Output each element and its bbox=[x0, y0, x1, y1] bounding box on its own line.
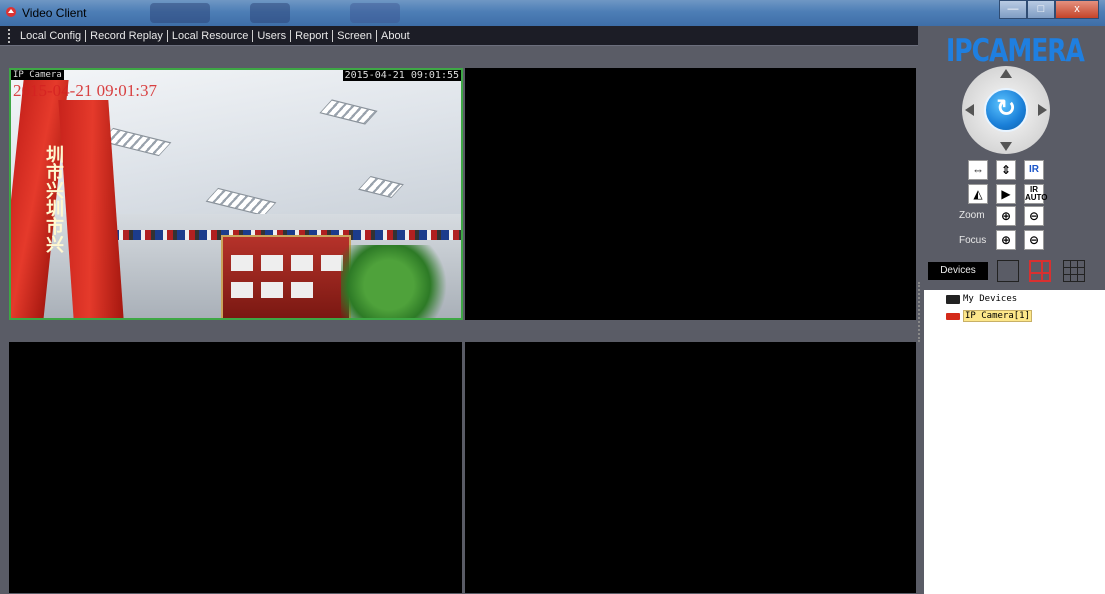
zoom-label: Zoom bbox=[959, 210, 985, 221]
maximize-button[interactable]: □ bbox=[1027, 0, 1055, 19]
board-sheet bbox=[291, 255, 313, 271]
device-tree: My Devices IP Camera[1] bbox=[924, 290, 1105, 594]
menu-about[interactable]: About bbox=[377, 30, 414, 42]
menu-local-resource[interactable]: Local Resource bbox=[168, 29, 254, 42]
video-pane-3[interactable] bbox=[9, 342, 462, 593]
board-sheet bbox=[261, 282, 283, 298]
timestamp-overlay: 2015-04-21 09:01:55 bbox=[342, 70, 461, 81]
window-title: Video Client bbox=[22, 6, 87, 20]
zoom-out-button[interactable]: ⊖ bbox=[1024, 206, 1044, 226]
pan-right-icon[interactable] bbox=[1038, 104, 1047, 116]
pan-down-icon[interactable] bbox=[1000, 142, 1012, 151]
folder-icon bbox=[946, 294, 960, 304]
app-icon bbox=[6, 7, 16, 17]
video-workspace: Local Config Record Replay Local Resourc… bbox=[0, 26, 924, 594]
video-pane-2[interactable] bbox=[465, 68, 916, 320]
ir-auto-button[interactable]: IR AUTO bbox=[1024, 184, 1048, 204]
layout-nine-icon[interactable] bbox=[1063, 260, 1085, 282]
focus-in-button[interactable]: ⊕ bbox=[996, 230, 1016, 250]
menu-local-config[interactable]: Local Config bbox=[16, 29, 87, 42]
board-sheet bbox=[321, 255, 343, 271]
plant bbox=[341, 245, 461, 318]
close-button[interactable]: x bbox=[1055, 0, 1099, 19]
focus-out-button[interactable]: ⊖ bbox=[1024, 230, 1044, 250]
ir-button[interactable]: IR bbox=[1024, 160, 1044, 180]
video-pane-1[interactable]: 圳市兴圳市兴 IP Camera 2015-04-21 09:01:55 201… bbox=[9, 68, 463, 320]
zoom-in-button[interactable]: ⊕ bbox=[996, 206, 1016, 226]
title-bar: Video Client — □ x bbox=[0, 0, 1105, 26]
background-blur bbox=[150, 3, 210, 23]
board-sheet bbox=[261, 255, 283, 271]
tree-item-ip-camera[interactable]: IP Camera[1] bbox=[946, 310, 1033, 322]
red-time-overlay: 2015-04-21 09:01:37 bbox=[13, 81, 158, 100]
camera-icon bbox=[946, 312, 960, 320]
flip-vertical-button[interactable]: ⇕ bbox=[996, 160, 1016, 180]
window-controls: — □ x bbox=[999, 0, 1099, 20]
refresh-center-icon[interactable]: ↻ bbox=[984, 88, 1028, 132]
bulletin-board bbox=[221, 235, 351, 318]
flag-text: 圳市兴圳市兴 bbox=[44, 145, 64, 253]
menu-record-replay[interactable]: Record Replay bbox=[86, 29, 168, 42]
menu-users[interactable]: Users bbox=[253, 29, 292, 42]
devices-tab[interactable]: Devices bbox=[928, 262, 988, 280]
pan-left-icon[interactable] bbox=[965, 104, 974, 116]
ptz-joystick[interactable]: ↻ bbox=[962, 66, 1050, 154]
board-sheet bbox=[291, 282, 313, 298]
ir-auto-bottom: AUTO bbox=[1025, 193, 1048, 202]
mirror-button[interactable]: ◭ bbox=[968, 184, 988, 204]
toolbar-grip-icon[interactable] bbox=[8, 28, 12, 43]
layout-quad-icon[interactable] bbox=[1029, 260, 1051, 282]
menu-screen[interactable]: Screen bbox=[333, 29, 377, 42]
ptz-control-panel: IPCAMERA ↻ ⇔ ⇕ IR ◭ ▶ IR AUTO Zoom ⊕ ⊖ F… bbox=[924, 26, 1105, 290]
board-sheet bbox=[231, 255, 253, 271]
tree-root[interactable]: My Devices bbox=[946, 294, 1017, 304]
menu-report[interactable]: Report bbox=[291, 29, 334, 42]
background-blur bbox=[350, 3, 400, 23]
play-button[interactable]: ▶ bbox=[996, 184, 1016, 204]
pan-up-icon[interactable] bbox=[1000, 69, 1012, 78]
menu-bar: Local Config Record Replay Local Resourc… bbox=[0, 26, 918, 46]
brand-logo: IPCAMERA bbox=[946, 32, 1085, 69]
video-pane-4[interactable] bbox=[465, 342, 916, 593]
layout-single-icon[interactable] bbox=[997, 260, 1019, 282]
camera-name-overlay: IP Camera bbox=[11, 70, 64, 80]
flip-horizontal-button[interactable]: ⇔ bbox=[968, 160, 988, 180]
focus-label: Focus bbox=[959, 235, 987, 246]
board-sheet bbox=[231, 282, 253, 298]
minimize-button[interactable]: — bbox=[999, 0, 1027, 19]
tree-root-label: My Devices bbox=[963, 294, 1018, 304]
background-blur bbox=[250, 3, 290, 23]
tree-item-label: IP Camera[1] bbox=[963, 310, 1033, 322]
